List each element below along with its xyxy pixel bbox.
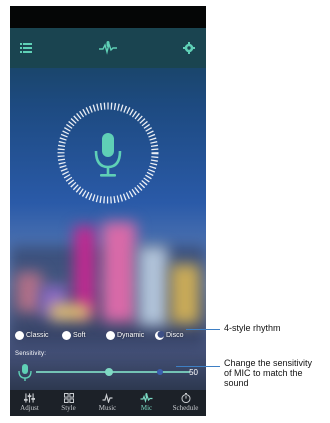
mic-button[interactable]: [56, 101, 160, 205]
sensitivity-annotation-line: Change the sensitivity: [224, 358, 313, 368]
tab-style[interactable]: Style: [49, 390, 88, 416]
grid-icon: [63, 393, 74, 403]
tab-adjust[interactable]: Adjust: [10, 390, 49, 416]
tab-music[interactable]: Music: [88, 390, 127, 416]
status-bar: [10, 6, 206, 28]
mic-wave-icon: [140, 393, 153, 403]
radio-icon: [15, 330, 24, 340]
sliders-icon: [24, 393, 35, 403]
mode-classic[interactable]: Classic: [15, 324, 49, 346]
sensitivity-annotation: Change the sensitivity of MIC to match t…: [224, 358, 330, 388]
sensitivity-annotation-line: sound: [224, 378, 249, 388]
mode-disco-label: Disco: [166, 331, 184, 339]
rhythm-callout-line: [186, 329, 220, 330]
tab-schedule[interactable]: Schedule: [166, 390, 205, 416]
rhythm-annotation: 4-style rhythm: [224, 323, 281, 333]
tab-adjust-label: Adjust: [20, 404, 39, 412]
mic-small-icon: [18, 364, 32, 381]
sensitivity-callout-line: [176, 366, 220, 367]
gear-icon[interactable]: [183, 42, 195, 54]
mode-dynamic-label: Dynamic: [117, 331, 145, 339]
mode-soft-label: Soft: [73, 331, 86, 339]
sensitivity-label: Sensitivity:: [15, 351, 47, 357]
tab-music-label: Music: [98, 404, 117, 412]
radio-icon: [106, 330, 115, 340]
mode-classic-label: Classic: [26, 331, 49, 339]
mode-disco[interactable]: Disco: [155, 324, 184, 346]
mode-dynamic[interactable]: Dynamic: [106, 324, 144, 346]
sensitivity-slider[interactable]: 50: [10, 361, 206, 383]
bottom-tab-bar: Adjust Style Music Mic Schedule: [10, 390, 206, 416]
tab-style-label: Style: [61, 404, 76, 412]
sensitivity-annotation-line: of MIC to match the: [224, 368, 303, 378]
rhythm-mode-selector: Classic Soft Dynamic Disco: [10, 324, 206, 346]
tab-mic-label: Mic: [140, 404, 153, 412]
page: Classic Soft Dynamic Disco Sensitivity:: [0, 0, 330, 423]
timer-icon: [181, 393, 190, 403]
phone-screen: Classic Soft Dynamic Disco Sensitivity:: [10, 6, 206, 416]
mic-wave-logo-icon: [99, 41, 117, 55]
moon-selected-icon: [155, 330, 164, 340]
radio-icon: [62, 330, 71, 340]
tab-mic[interactable]: Mic: [127, 390, 166, 416]
tab-schedule-label: Schedule: [172, 404, 199, 412]
menu-list-icon[interactable]: [20, 43, 32, 53]
sensitivity-value: 50: [189, 368, 198, 377]
mode-soft[interactable]: Soft: [62, 324, 85, 346]
music-note-icon: [102, 393, 113, 403]
